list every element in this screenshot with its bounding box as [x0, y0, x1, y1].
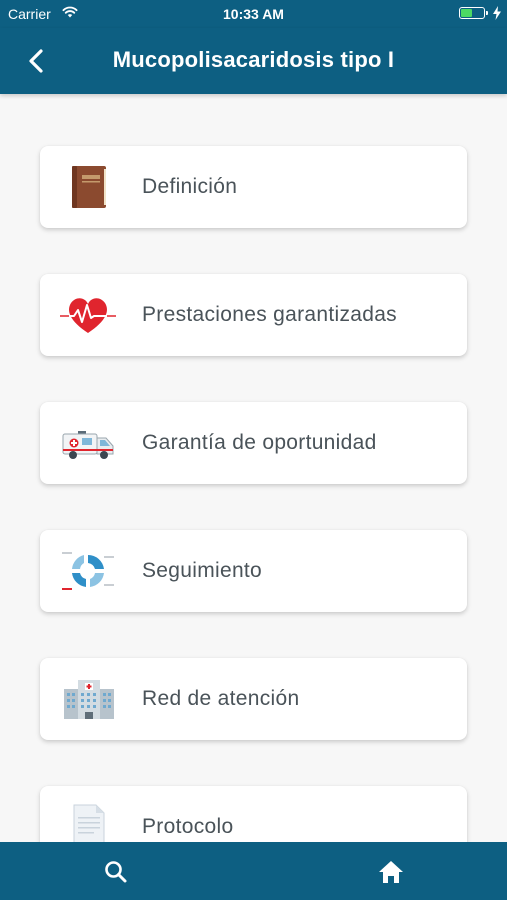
cycle-chart-icon — [62, 552, 114, 590]
book-icon — [72, 166, 106, 208]
menu-item-label: Definición — [142, 175, 238, 198]
tab-bar — [0, 842, 507, 900]
heart-pulse-icon — [60, 298, 116, 333]
tab-search[interactable] — [102, 858, 130, 886]
home-icon — [379, 861, 403, 883]
menu-item-definicion[interactable]: Definición — [40, 146, 467, 228]
charging-icon — [493, 6, 501, 20]
menu-item-seguimiento[interactable]: Seguimiento — [40, 530, 467, 612]
status-time: 10:33 AM — [223, 6, 284, 22]
menu-item-red-atencion[interactable]: Red de atención — [40, 658, 467, 740]
status-bar: Carrier 10:33 AM — [0, 0, 507, 28]
navigation-bar: Mucopolisacaridosis tipo I — [0, 28, 507, 94]
battery-level — [461, 9, 472, 17]
menu-item-label: Garantía de oportunidad — [142, 431, 377, 454]
battery-icon — [459, 7, 488, 19]
menu-item-label: Seguimiento — [142, 559, 263, 582]
menu-item-prestaciones[interactable]: Prestaciones garantizadas — [40, 274, 467, 356]
hospital-icon — [64, 680, 114, 719]
menu-item-garantia[interactable]: Garantía de oportunidad — [40, 402, 467, 484]
menu-item-label: Red de atención — [142, 687, 300, 710]
tab-home[interactable] — [377, 858, 405, 886]
ambulance-icon — [62, 431, 114, 459]
search-icon — [105, 861, 127, 883]
page-title: Mucopolisacaridosis tipo I — [112, 47, 395, 72]
menu-item-label: Protocolo — [142, 815, 234, 838]
menu-item-label: Prestaciones garantizadas — [142, 303, 397, 326]
